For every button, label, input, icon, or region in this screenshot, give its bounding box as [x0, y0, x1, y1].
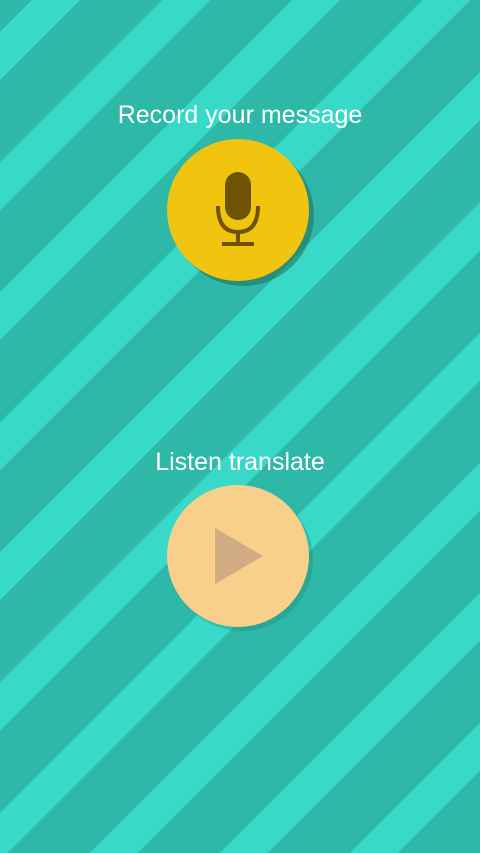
listen-translate-label: Listen translate	[155, 448, 325, 476]
main-screen: Record your message Listen translate	[0, 0, 480, 853]
microphone-icon	[213, 172, 263, 248]
play-icon	[211, 526, 265, 586]
record-button[interactable]	[167, 139, 309, 281]
play-button[interactable]	[167, 485, 309, 627]
record-message-label: Record your message	[117, 101, 363, 129]
